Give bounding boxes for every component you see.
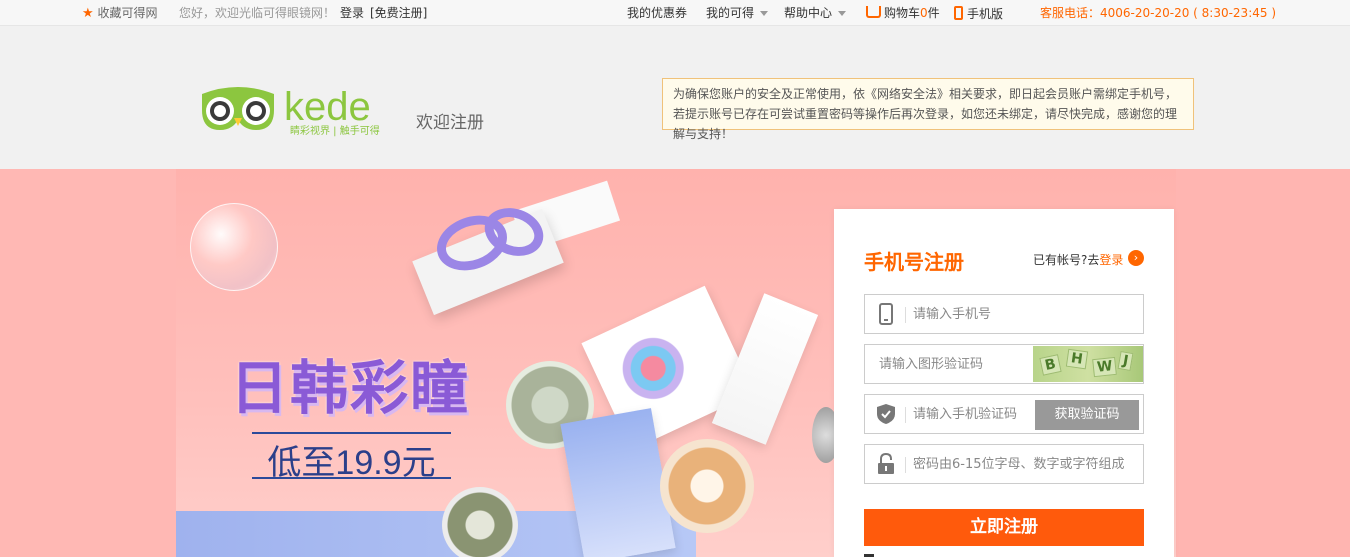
mobile-phone-icon [879, 303, 893, 325]
get-sms-code-button[interactable]: 获取验证码 [1035, 400, 1139, 430]
sms-code-field[interactable]: 获取验证码 [864, 394, 1144, 434]
contact-lens-image [442, 487, 518, 557]
phone-input[interactable] [913, 295, 1141, 333]
mobile-phone-icon [954, 6, 963, 20]
hotline-text: 客服电话：4006-20-20-20 ( 8:30-23:45 ) [1040, 6, 1277, 20]
mobile-link[interactable]: 手机版 [954, 6, 1003, 21]
greeting-text: 您好，欢迎光临可得眼镜网！ [179, 6, 336, 20]
register-submit-button[interactable]: 立即注册 [864, 509, 1144, 546]
banner-side-right [1176, 169, 1350, 557]
help-menu[interactable]: 帮助中心 [784, 6, 847, 20]
password-field[interactable] [864, 444, 1144, 484]
contact-lens-image [660, 439, 754, 533]
top-bar: ★ 收藏可得网 您好，欢迎光临可得眼镜网！ 登录 [免费注册] 我的优惠券 我的… [0, 0, 1350, 26]
cart-link[interactable]: 购物车0件 [866, 6, 940, 20]
logo-slogan: 睛彩视界 | 触手可得 [290, 124, 380, 137]
security-notice: 为确保您账户的安全及正常使用，依《网络安全法》相关要求，即日起会员账户需绑定手机… [662, 78, 1194, 141]
logo-text: kede [284, 85, 371, 129]
cart-count: 0 [920, 6, 928, 20]
promo-title: 日韩彩瞳 [230, 354, 471, 422]
kede-logo[interactable]: kede 睛彩视界 | 触手可得 [198, 80, 398, 138]
captcha-char: B [1039, 354, 1062, 376]
captcha-input[interactable] [879, 345, 1029, 383]
captcha-image[interactable]: B H W J [1033, 346, 1143, 382]
divider [252, 432, 451, 434]
separator [905, 307, 906, 323]
coupons-link[interactable]: 我的优惠券 [627, 6, 687, 20]
separator [905, 407, 906, 423]
divider [252, 477, 451, 479]
welcome-title: 欢迎注册 [416, 113, 484, 133]
lock-icon [878, 453, 894, 474]
captcha-char: J [1117, 350, 1134, 372]
arrow-right-icon[interactable]: › [1128, 250, 1144, 266]
captcha-char: H [1065, 348, 1088, 370]
chevron-down-icon [838, 11, 847, 16]
register-panel: 手机号注册 已有帐号?去登录 › B H W J 获取验证码 立即注册 [834, 209, 1174, 557]
sms-code-input[interactable] [913, 395, 1033, 433]
captcha-field[interactable]: B H W J [864, 344, 1144, 384]
login-link-panel[interactable]: 登录 [1099, 253, 1123, 267]
separator [905, 457, 906, 473]
captcha-char: W [1092, 356, 1118, 378]
shield-check-icon [877, 404, 895, 424]
has-account-text: 已有帐号?去登录 [1033, 253, 1124, 267]
favorite-link[interactable]: ★ 收藏可得网 [82, 6, 158, 21]
cart-icon [866, 6, 881, 18]
panel-title: 手机号注册 [864, 250, 964, 274]
phone-field[interactable] [864, 294, 1144, 334]
login-link[interactable]: 登录 [340, 6, 364, 20]
my-kede-menu[interactable]: 我的可得 [706, 6, 769, 20]
password-input[interactable] [913, 445, 1141, 483]
bubble-decoration [190, 203, 278, 291]
register-link[interactable]: [免费注册] [370, 6, 427, 20]
chevron-down-icon [760, 11, 769, 16]
star-icon: ★ [82, 6, 94, 21]
